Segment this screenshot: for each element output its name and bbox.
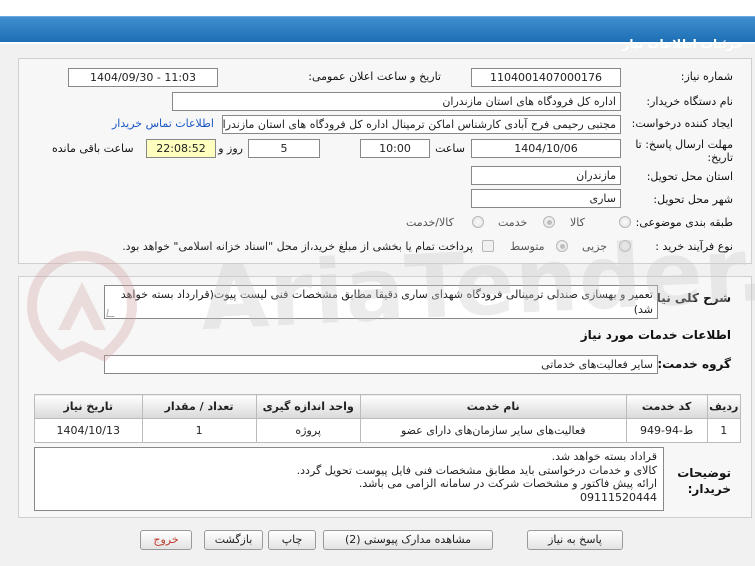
cell-need-date: 1404/10/13 — [34, 418, 143, 443]
creator-label: ایجاد کننده درخواست: — [631, 117, 733, 130]
general-desc-text: تعمیر و بهسازی صندلی ترمینالی فرودگاه شه… — [120, 288, 653, 316]
treasury-payment-checkbox[interactable] — [482, 240, 494, 252]
deadline-time-field: 10:00 — [360, 139, 430, 158]
buyer-notes-line: کالای و خدمات درخواستی باید مطابق مشخصات… — [296, 463, 657, 477]
remaining-label: ساعت باقی مانده — [52, 142, 134, 155]
services-heading: اطلاعات خدمات مورد نیاز — [580, 328, 731, 342]
need-number-label: شماره نیاز: — [680, 70, 733, 83]
cell-service-code: ط-94-949 — [625, 418, 708, 443]
need-number-field: 1104001407000176 — [471, 68, 621, 87]
buyer-org-field: اداره کل فرودگاه های استان مازندران — [172, 92, 621, 111]
process-type-label: نوع فرآیند خرید : — [655, 240, 733, 253]
page-title: جزئیات اطلاعات نیاز — [622, 37, 743, 51]
category-service-radio[interactable] — [543, 216, 555, 228]
deadline-time-label: ساعت — [435, 142, 465, 155]
col-unit: واحد اندازه گیری — [255, 394, 361, 419]
cell-unit: پروژه — [255, 418, 361, 443]
service-group-label: گروه خدمت: — [657, 357, 731, 371]
deadline-label: مهلت ارسال پاسخ: تا تاریخ: — [635, 138, 733, 164]
buyer-org-label: نام دستگاه خریدار: — [646, 95, 733, 108]
province-field: مازندران — [471, 166, 621, 185]
days-label: روز و — [218, 142, 243, 155]
days-remaining-field: 5 — [248, 139, 320, 158]
category-service-label: خدمت — [498, 216, 528, 229]
city-field: ساری — [471, 189, 621, 208]
title-band: جزئیات اطلاعات نیاز — [0, 16, 755, 51]
reply-button[interactable]: پاسخ به نیاز — [527, 530, 623, 550]
process-minor-label: جزیی — [582, 240, 608, 253]
cell-service-name: فعالیت‌های سایر سازمان‌های دارای عضو — [359, 418, 627, 443]
col-need-date: تاریخ نیاز — [34, 394, 143, 419]
category-goods-label: کالا — [570, 216, 585, 229]
announce-datetime-field: 1404/09/30 - 11:03 — [68, 68, 218, 87]
city-label: شهر محل تحویل: — [653, 193, 733, 206]
title-bar: جزئیات اطلاعات نیاز — [0, 0, 755, 51]
buyer-notes-line: قراداد بسته خواهد شد. — [551, 450, 657, 463]
cell-row: 1 — [706, 418, 742, 443]
treasury-payment-note: پرداخت تمام یا بخشی از مبلغ خرید،از محل … — [122, 240, 473, 253]
print-button[interactable]: چاپ — [268, 530, 316, 550]
process-minor-radio[interactable] — [619, 240, 631, 252]
remaining-time-field: 22:08:52 — [146, 139, 216, 158]
table-row[interactable]: 1 ط-94-949 فعالیت‌های سایر سازمان‌های دا… — [34, 418, 742, 443]
category-goods-radio[interactable] — [619, 216, 631, 228]
buyer-notes-field: قراداد بسته خواهد شد. کالای و خدمات درخو… — [34, 447, 664, 511]
province-label: استان محل تحویل: — [646, 170, 733, 183]
col-quantity: تعداد / مقدار — [141, 394, 257, 419]
buyer-notes-line: 09111520444 — [580, 490, 657, 504]
process-medium-radio[interactable] — [556, 240, 568, 252]
col-service-code: کد خدمت — [625, 394, 708, 419]
table-header-row: ردیف کد خدمت نام خدمت واحد اندازه گیری ت… — [34, 394, 742, 419]
col-service-name: نام خدمت — [359, 394, 627, 419]
cell-quantity: 1 — [141, 418, 257, 443]
category-goods-service-radio[interactable] — [472, 216, 484, 228]
buyer-contact-link[interactable]: اطلاعات تماس خریدار — [112, 117, 214, 130]
announce-label: تاریخ و ساعت اعلان عمومی: — [308, 70, 441, 83]
services-table: ردیف کد خدمت نام خدمت واحد اندازه گیری ت… — [34, 394, 742, 443]
category-label: طبقه بندی موضوعی: — [635, 216, 733, 229]
view-attachments-button[interactable]: مشاهده مدارک پیوستی (2) — [323, 530, 493, 550]
process-medium-label: متوسط — [510, 240, 545, 253]
category-goods-service-label: کالا/خدمت — [406, 216, 454, 229]
col-row: ردیف — [706, 394, 742, 419]
resize-grip-icon[interactable] — [106, 309, 116, 317]
deadline-date-field: 1404/10/06 — [471, 139, 621, 158]
back-button[interactable]: بازگشت — [204, 530, 263, 550]
service-group-field: سایر فعالیت‌های خدماتی — [104, 355, 658, 374]
exit-button[interactable]: خروج — [140, 530, 192, 550]
general-desc-field: تعمیر و بهسازی صندلی ترمینالی فرودگاه شه… — [104, 285, 658, 319]
creator-field: مجتبی رحیمی فرح آبادی کارشناس اماکن ترمی… — [222, 115, 621, 134]
buyer-notes-line: ارائه پیش فاکتور و مشخصات شرکت در سامانه… — [358, 477, 657, 490]
buyer-notes-label: توضیحات خریدار: — [677, 466, 731, 496]
